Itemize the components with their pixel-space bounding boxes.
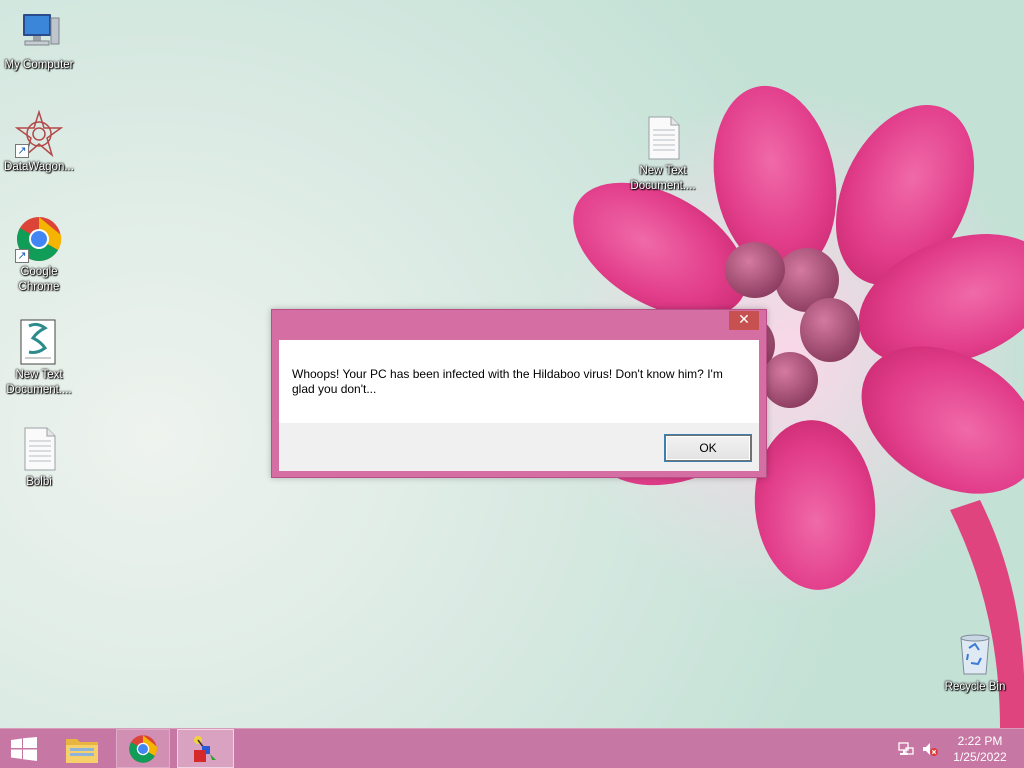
desktop-icon-new-text-document[interactable]: New Text Document.... [0,318,78,398]
desktop-icon-my-computer[interactable]: My Computer [0,8,78,73]
taskbar-app[interactable] [177,729,234,768]
computer-icon [15,8,63,56]
recycle-bin-icon [951,630,999,678]
desktop-icon-new-text-document-2[interactable]: New Text Document.... [624,114,702,194]
clock[interactable]: 2:22 PM 1/25/2022 [944,733,1016,765]
datawagon-icon: ↗ [15,110,63,158]
close-icon: ✕ [738,312,750,328]
clock-time: 2:22 PM [957,734,1003,748]
taskbar: 2:22 PM 1/25/2022 [0,728,1024,768]
ok-button[interactable]: OK [665,435,751,461]
text-file-icon [15,425,63,473]
desktop-icon-label: Recycle Bin [944,681,1006,693]
shortcut-arrow-icon: ↗ [15,249,29,263]
desktop-icon-label: New Text Document.... [6,369,72,396]
network-icon[interactable] [898,741,914,757]
desktop-icon-label: Google Chrome [18,266,60,293]
dialog-footer: OK [279,423,759,471]
dialog-message: Whoops! Your PC has been infected with t… [292,367,723,396]
desktop-icon-label: My Computer [4,59,74,71]
chrome-icon [129,734,157,763]
desktop-icon-label: DataWagon... [4,161,74,173]
desktop-icon-datawagon[interactable]: ↗ DataWagon... [0,110,78,175]
taskbar-chrome[interactable] [116,729,170,768]
start-icon [11,736,37,761]
volume-muted-icon[interactable] [922,741,938,757]
chrome-icon: ↗ [15,215,63,263]
clock-date: 1/25/2022 [953,750,1007,764]
desktop-icon-recycle-bin[interactable]: Recycle Bin [936,630,1014,695]
desktop-icon-label: New Text Document.... [630,165,696,192]
desktop-icon-google-chrome[interactable]: ↗ Google Chrome [0,215,78,295]
taskbar-file-explorer[interactable] [56,729,108,768]
desktop-icon-label: Bolbi [26,476,52,488]
message-dialog: ✕ Whoops! Your PC has been infected with… [271,309,767,478]
start-button[interactable] [0,729,48,768]
close-button[interactable]: ✕ [729,311,759,330]
file-explorer-icon [66,738,98,763]
desktop-icon-bolbi[interactable]: Bolbi [0,425,78,490]
text-file-icon [639,114,687,162]
script-file-icon [15,318,63,366]
desktop: My Computer ↗ DataWagon... ↗ Google Chro… [0,0,1024,728]
app-icon [193,735,216,762]
dialog-body: Whoops! Your PC has been infected with t… [279,340,759,471]
shortcut-arrow-icon: ↗ [15,144,29,158]
